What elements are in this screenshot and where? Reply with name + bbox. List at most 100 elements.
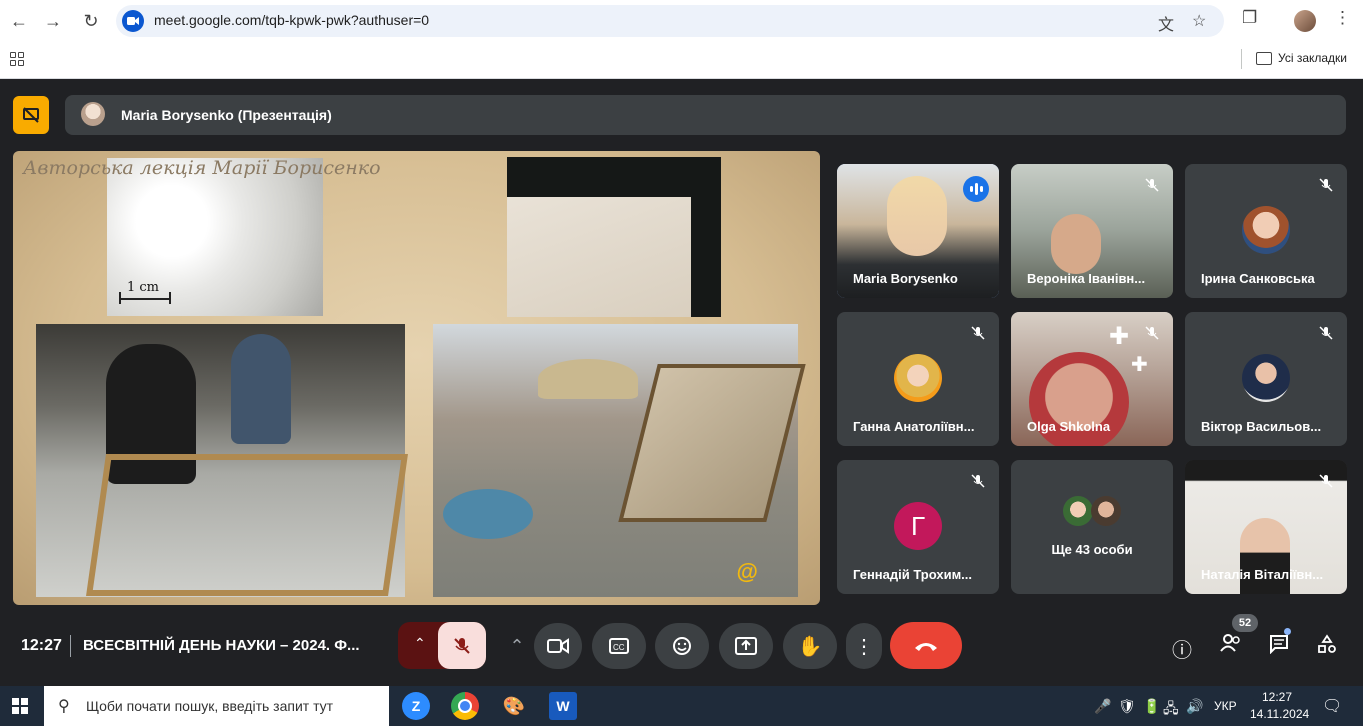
papermaking-photo-1	[36, 324, 408, 597]
profile-avatar[interactable]	[1294, 10, 1316, 32]
camera-toggle-button[interactable]	[534, 623, 582, 669]
participant-tile[interactable]: Вероніка Іванівн...	[1011, 164, 1173, 298]
paint-app-icon[interactable]: 🎨	[500, 692, 528, 720]
meeting-clock: 12:27	[21, 637, 62, 654]
chat-icon[interactable]	[1269, 634, 1289, 660]
paper-sheet-photo	[507, 157, 721, 317]
speaking-indicator-icon	[963, 176, 989, 202]
more-vert-icon: ⋮	[854, 635, 874, 658]
word-app-icon[interactable]: W	[549, 692, 577, 720]
volume-icon[interactable]: 🔊	[1186, 698, 1203, 715]
participant-avatar	[1063, 496, 1093, 526]
windows-start-icon[interactable]	[12, 698, 28, 714]
taskbar-date[interactable]: 14.11.2024	[1250, 707, 1309, 721]
fiber-photo: 1 cm	[107, 158, 323, 316]
participant-name: Геннадій Трохим...	[853, 567, 973, 582]
reload-button[interactable]: ↻	[78, 8, 104, 34]
participant-name: Ганна Анатоліївн...	[853, 419, 975, 434]
search-icon: ⚲	[58, 698, 70, 715]
participant-tile[interactable]: Ганна Анатоліївн...	[837, 312, 999, 446]
url-text[interactable]: meet.google.com/tqb-kpwk-pwk?authuser=0	[154, 12, 429, 28]
participant-tile[interactable]: Г Геннадій Трохим...	[837, 460, 999, 594]
participant-tile[interactable]: Maria Borysenko	[837, 164, 999, 298]
all-bookmarks-button[interactable]: Усі закладки	[1256, 51, 1347, 65]
microphone-toggle-button[interactable]	[438, 622, 486, 669]
presenter-label: Maria Borysenko (Презентація)	[121, 107, 332, 123]
more-participants-tile[interactable]: Ще 43 особи	[1011, 460, 1173, 594]
browser-menu-icon[interactable]: ⋮	[1334, 8, 1351, 28]
forward-button[interactable]: →	[40, 8, 66, 34]
scale-label: 1 cm	[127, 280, 160, 295]
presenter-avatar	[81, 102, 105, 126]
people-icon[interactable]	[1220, 634, 1242, 658]
camera-icon	[547, 638, 569, 654]
mic-off-icon	[1141, 174, 1163, 196]
leave-call-button[interactable]	[890, 622, 962, 669]
emoji-icon	[673, 637, 691, 655]
more-participants-label: Ще 43 особи	[1051, 542, 1133, 557]
folder-icon	[1256, 51, 1272, 65]
mic-off-icon	[1315, 470, 1337, 492]
mic-off-icon	[967, 470, 989, 492]
battery-icon[interactable]: 🔋	[1143, 698, 1160, 715]
all-bookmarks-label: Усі закладки	[1278, 51, 1348, 65]
taskbar-search-placeholder[interactable]: Щоби почати пошук, введіть запит тут	[86, 698, 333, 714]
microphone-tray-icon[interactable]: 🎤	[1094, 698, 1111, 715]
activities-icon[interactable]	[1317, 634, 1337, 660]
chrome-app-icon[interactable]	[451, 692, 479, 720]
apps-grid-icon[interactable]	[10, 52, 24, 66]
participant-tile[interactable]: ✚ ✚ Olga Shkolna	[1011, 312, 1173, 446]
participant-name: Olga Shkolna	[1027, 419, 1111, 434]
address-bar[interactable]: meet.google.com/tqb-kpwk-pwk?authuser=0 …	[116, 5, 1224, 37]
mic-off-icon	[1315, 322, 1337, 344]
chat-unread-dot	[1284, 628, 1291, 635]
zoom-app-icon[interactable]: Z	[402, 692, 430, 720]
presenter-bar: Maria Borysenko (Презентація)	[65, 95, 1346, 135]
bookmark-star-icon[interactable]: ☆	[1192, 11, 1206, 31]
bookmarks-bar	[0, 42, 1363, 79]
participant-name: Віктор Васильов...	[1201, 419, 1322, 434]
clock-divider	[70, 635, 71, 657]
video-options-button[interactable]: ⌃	[500, 623, 534, 669]
translate-icon[interactable]: 文	[1158, 11, 1174, 35]
back-button[interactable]: ←	[6, 8, 32, 34]
bookmarks-divider	[1241, 49, 1242, 69]
notifications-icon[interactable]: 🗨	[1322, 696, 1342, 716]
participant-tile[interactable]: Віктор Васильов...	[1185, 312, 1347, 446]
extensions-icon[interactable]: ❐	[1242, 8, 1257, 28]
svg-text:CC: CC	[613, 643, 625, 652]
taskbar-search-box[interactable]: ⚲ Щоби почати пошук, введіть запит тут	[44, 686, 389, 726]
captions-button[interactable]: CC	[592, 623, 646, 669]
security-tray-icon[interactable]: 🛡	[1118, 698, 1136, 715]
reactions-button[interactable]	[655, 623, 709, 669]
network-icon[interactable]: 🖧	[1163, 698, 1179, 722]
browser-toolbar: ← → ↻ meet.google.com/tqb-kpwk-pwk?authu…	[0, 0, 1363, 42]
taskbar-time[interactable]: 12:27	[1262, 690, 1292, 704]
people-count-badge: 52	[1232, 614, 1258, 632]
mic-off-icon	[1141, 322, 1163, 344]
raise-hand-button[interactable]: ✋	[783, 623, 837, 669]
participant-avatar	[1242, 354, 1290, 402]
more-options-button[interactable]: ⋮	[846, 623, 882, 669]
chevron-up-icon: ⌃	[414, 635, 426, 651]
slide-title: Авторська лекція Марії Борисенко	[23, 157, 381, 179]
participant-avatar	[894, 354, 942, 402]
hand-icon: ✋	[797, 635, 823, 658]
participant-name: Наталія Віталіївн...	[1201, 567, 1324, 582]
participant-name: Вероніка Іванівн...	[1027, 271, 1146, 286]
present-screen-icon	[735, 637, 757, 655]
stop-presenting-button[interactable]	[13, 96, 49, 134]
mic-off-icon	[1315, 174, 1337, 196]
language-indicator[interactable]: УКР	[1214, 699, 1237, 713]
meeting-info-icon[interactable]: ⓘ	[1172, 634, 1192, 663]
sparkle-effect-icon: ✚	[1109, 323, 1130, 350]
participant-tile[interactable]: Ірина Санковська	[1185, 164, 1347, 298]
mic-off-icon	[454, 637, 470, 654]
participant-name: Maria Borysenko	[853, 271, 958, 286]
participant-tile[interactable]: Наталія Віталіївн...	[1185, 460, 1347, 594]
present-off-icon	[23, 107, 39, 123]
meet-site-icon[interactable]	[122, 10, 144, 32]
meeting-title: ВСЕСВІТНІЙ ДЕНЬ НАУКИ – 2024. Ф...	[83, 637, 360, 654]
participant-avatar	[1242, 206, 1290, 254]
present-now-button[interactable]	[719, 623, 773, 669]
